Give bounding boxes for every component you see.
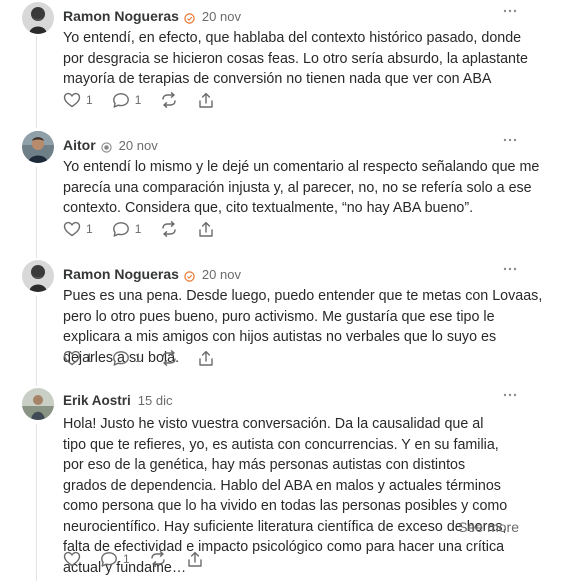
more-options-icon[interactable] bbox=[502, 388, 518, 400]
comment-actions: 1 1 bbox=[63, 347, 234, 369]
share-icon bbox=[187, 551, 202, 567]
comment: Erik Aostri 15 dic Hola! Justo he visto … bbox=[0, 388, 567, 581]
share-button[interactable] bbox=[197, 221, 215, 238]
heart-icon bbox=[63, 350, 81, 366]
heart-icon bbox=[63, 221, 81, 237]
like-button[interactable] bbox=[63, 551, 81, 567]
reply-button[interactable]: 1 bbox=[112, 350, 142, 367]
reply-button[interactable]: 1 bbox=[112, 92, 142, 109]
reply-count: 1 bbox=[134, 93, 142, 107]
comment-icon bbox=[101, 551, 117, 567]
share-button[interactable] bbox=[197, 92, 215, 109]
reply-count: 1 bbox=[123, 552, 130, 566]
comment-date[interactable]: 20 nov bbox=[202, 9, 241, 24]
like-button[interactable]: 1 bbox=[63, 92, 93, 108]
verified-badge-icon bbox=[184, 269, 195, 282]
like-button[interactable]: 1 bbox=[63, 221, 93, 237]
comment-author[interactable]: Aitor bbox=[63, 137, 96, 153]
comment-body: Yo entendí lo mismo y le dejé un comenta… bbox=[63, 157, 545, 219]
like-count: 1 bbox=[86, 351, 93, 365]
more-options-icon[interactable] bbox=[502, 4, 518, 16]
reply-count: 1 bbox=[134, 351, 142, 365]
comment-text: Yo entendí, en efecto, que hablaba del c… bbox=[63, 30, 528, 87]
comment-date[interactable]: 20 nov bbox=[202, 267, 241, 282]
comment-date[interactable]: 20 nov bbox=[119, 138, 158, 153]
comment-actions: 1 bbox=[63, 548, 223, 570]
comment-body: Yo entendí, en efecto, que hablaba del c… bbox=[63, 28, 545, 90]
comment-icon bbox=[112, 221, 129, 237]
more-options-icon[interactable] bbox=[502, 262, 518, 274]
restack-button[interactable] bbox=[160, 221, 178, 237]
reply-button[interactable]: 1 bbox=[100, 551, 130, 568]
restack-icon bbox=[162, 221, 177, 237]
avatar[interactable] bbox=[22, 388, 54, 420]
verified-badge-icon bbox=[184, 11, 195, 24]
comment-icon bbox=[112, 350, 129, 366]
heart-icon bbox=[63, 92, 81, 108]
comment-author[interactable]: Ramon Nogueras bbox=[63, 266, 179, 282]
subscriber-badge-icon bbox=[101, 140, 112, 153]
restack-button[interactable] bbox=[160, 350, 178, 366]
restack-icon bbox=[162, 92, 177, 108]
restack-icon bbox=[162, 350, 177, 366]
comment: Ramon Nogueras 20 nov Yo entendí, en efe… bbox=[0, 2, 567, 122]
comment-author[interactable]: Erik Aostri bbox=[63, 393, 131, 408]
avatar[interactable] bbox=[22, 2, 54, 34]
comment-actions: 1 1 bbox=[63, 89, 234, 111]
like-count: 1 bbox=[86, 93, 93, 107]
restack-button[interactable] bbox=[149, 551, 167, 567]
heart-icon bbox=[63, 551, 81, 567]
avatar[interactable] bbox=[22, 260, 54, 292]
like-count: 1 bbox=[86, 222, 93, 236]
avatar[interactable] bbox=[22, 131, 54, 163]
see-more-link[interactable]: See more bbox=[458, 519, 519, 535]
share-icon bbox=[199, 92, 214, 108]
share-icon bbox=[199, 350, 214, 366]
share-button[interactable] bbox=[186, 551, 204, 568]
share-icon bbox=[199, 221, 214, 237]
comment-author[interactable]: Ramon Nogueras bbox=[63, 8, 179, 24]
more-options-icon[interactable] bbox=[502, 133, 518, 145]
comment: Aitor 20 nov Yo entendí lo mismo y le de… bbox=[0, 131, 567, 251]
reply-count: 1 bbox=[134, 222, 142, 236]
comment: Ramon Nogueras 20 nov Pues es una pena. … bbox=[0, 260, 567, 380]
comment-icon bbox=[112, 92, 129, 108]
comment-date[interactable]: 15 dic bbox=[138, 393, 173, 408]
share-button[interactable] bbox=[197, 350, 215, 367]
restack-icon bbox=[150, 551, 165, 567]
restack-button[interactable] bbox=[160, 92, 178, 108]
comment-actions: 1 1 bbox=[63, 218, 234, 240]
like-button[interactable]: 1 bbox=[63, 350, 93, 366]
comment-text: Yo entendí lo mismo y le dejé un comenta… bbox=[63, 159, 540, 216]
reply-button[interactable]: 1 bbox=[112, 221, 142, 238]
